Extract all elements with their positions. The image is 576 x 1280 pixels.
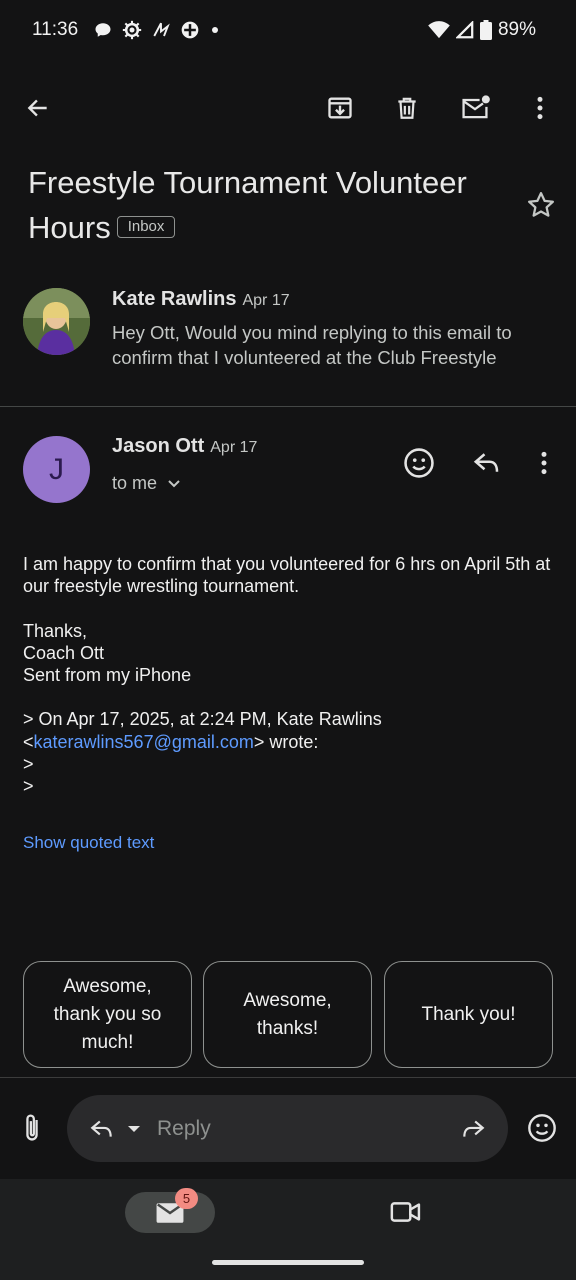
message-body: I am happy to confirm that you volunteer…	[23, 553, 553, 798]
nav-mail-tab[interactable]	[125, 1192, 215, 1233]
activity-icon	[152, 20, 170, 40]
emoji-icon[interactable]	[526, 1112, 558, 1144]
smart-reply-chip[interactable]: Awesome, thank you so much!	[23, 961, 192, 1068]
battery-icon	[479, 20, 492, 40]
quote-header: > On Apr 17, 2025, at 2:24 PM, Kate Rawl…	[23, 709, 382, 730]
body-sent-from: Sent from my iPhone	[23, 665, 192, 686]
attachment-icon[interactable]	[18, 1112, 46, 1144]
quote-line: >	[23, 754, 34, 775]
status-system-tray: 89%	[428, 19, 536, 41]
signal-icon	[455, 21, 474, 39]
recipient-label: to me	[112, 473, 158, 493]
vpn-icon	[180, 20, 200, 40]
show-quoted-text-link[interactable]: Show quoted text	[23, 833, 154, 853]
status-notification-icons	[94, 20, 220, 40]
kate-avatar[interactable]	[23, 288, 90, 355]
reply-icon[interactable]	[471, 448, 503, 478]
status-time: 11:36	[32, 19, 79, 40]
inbox-label-badge[interactable]: Inbox	[116, 215, 176, 238]
battery-percent: 89%	[497, 19, 536, 40]
quote-email-line: <katerawlins567@gmail.com> wrote:	[23, 731, 553, 753]
emoji-react-icon[interactable]	[402, 446, 436, 480]
more-vert-icon[interactable]	[522, 90, 558, 126]
back-arrow-icon[interactable]	[20, 90, 56, 126]
sender-name: Kate Rawlins	[112, 288, 237, 310]
message-date: Apr 17	[242, 292, 290, 309]
forward-icon[interactable]	[458, 1116, 488, 1142]
quote-line: >	[23, 776, 34, 797]
recipient-details-toggle[interactable]: to me	[112, 473, 181, 494]
subject-text: Freestyle Tournament Volunteer Hours	[28, 165, 467, 245]
message-header-kate[interactable]: Kate Rawlins Apr 17	[112, 288, 290, 311]
body-thanks: Thanks,	[23, 620, 88, 641]
smart-reply-chip[interactable]: Thank you!	[384, 961, 553, 1068]
smart-reply-chip[interactable]: Awesome, thanks!	[203, 961, 372, 1068]
unread-count-badge: 5	[175, 1188, 198, 1209]
quote-email-link[interactable]: katerawlins567@gmail.com	[34, 732, 254, 752]
sender-name: Jason Ott	[112, 435, 205, 457]
reply-input-bar[interactable]: Reply	[67, 1095, 508, 1162]
quote-wrote: > wrote:	[253, 731, 319, 752]
message-date: Apr 17	[210, 439, 258, 456]
message-snippet[interactable]: Hey Ott, Would you mind replying to this…	[112, 320, 552, 370]
message-divider	[0, 406, 576, 407]
compose-divider	[0, 1077, 576, 1078]
mark-unread-icon[interactable]	[457, 90, 493, 126]
body-paragraph: I am happy to confirm that you volunteer…	[23, 554, 551, 597]
chevron-down-icon	[167, 479, 181, 489]
message-header-jason: Jason Ott Apr 17	[112, 435, 257, 458]
archive-icon[interactable]	[322, 90, 358, 126]
chat-bubble-icon	[94, 21, 112, 39]
video-meet-icon[interactable]	[390, 1199, 422, 1225]
wifi-icon	[428, 21, 450, 39]
reply-mode-dropdown-icon[interactable]	[127, 1124, 141, 1134]
delete-icon[interactable]	[389, 90, 425, 126]
home-indicator[interactable]	[212, 1260, 364, 1265]
email-subject: Freestyle Tournament Volunteer Hours Inbo…	[28, 160, 508, 250]
quote-lt: <	[23, 731, 34, 752]
reply-placeholder[interactable]: Reply	[157, 1117, 211, 1141]
jason-avatar[interactable]: J	[23, 436, 90, 503]
settings-gear-icon	[122, 20, 142, 40]
dot-icon	[210, 25, 220, 35]
reply-mode-icon[interactable]	[87, 1116, 117, 1142]
message-more-icon[interactable]	[540, 450, 548, 476]
star-icon[interactable]	[526, 190, 560, 224]
body-signature: Coach Ott	[23, 642, 105, 663]
